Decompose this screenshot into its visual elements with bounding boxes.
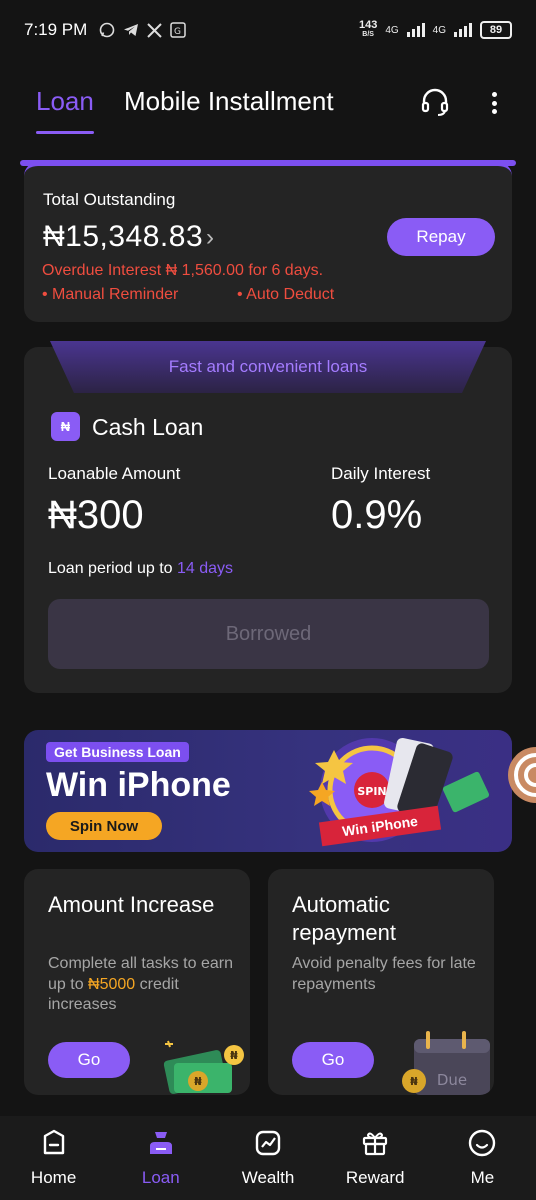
spin-label: SPIN [357, 785, 386, 798]
go-button[interactable]: Go [292, 1042, 374, 1078]
automatic-repayment-card[interactable]: Automatic repayment Avoid penalty fees f… [268, 869, 494, 1095]
outstanding-card: Total Outstanding ₦15,348.83 › Repay Ove… [24, 162, 512, 322]
loanable-amount-label: Loanable Amount [48, 464, 181, 483]
profile-icon [469, 1129, 496, 1157]
chevron-right-icon[interactable]: › [206, 224, 214, 252]
data-speed-unit: B/S [362, 31, 374, 38]
nav-reward[interactable]: Reward [322, 1116, 429, 1200]
money-stack-icon: ₦ ₦ [163, 1040, 244, 1094]
feature-description: Avoid penalty fees for late repayments [292, 955, 476, 993]
bottom-navigation: Home Loan Wealth Reward Me [0, 1116, 536, 1200]
feature-title: Amount Increase [48, 892, 215, 917]
promo-tag: Get Business Loan [46, 742, 189, 762]
calendar-due-icon: ₦ Due [402, 1031, 490, 1095]
cash-loan-icon: ₦ [51, 412, 80, 441]
battery-icon: 89 [480, 21, 512, 39]
notification-icons: G [99, 22, 187, 38]
whatsapp-icon [100, 22, 115, 38]
nav-wealth-label: Wealth [241, 1168, 295, 1187]
headset-icon[interactable] [420, 88, 450, 116]
loanable-amount-value: ₦300 [48, 493, 144, 537]
repay-button[interactable]: Repay [387, 218, 495, 256]
svg-text:₦: ₦ [194, 1075, 202, 1088]
feature-description: Complete all tasks to earn up to ₦5000 c… [48, 954, 234, 1016]
loan-period: Loan period up to 14 days [48, 560, 233, 578]
tab-loan[interactable]: Loan [36, 86, 94, 117]
spin-now-button[interactable]: Spin Now [46, 812, 162, 840]
nav-wealth[interactable]: Wealth [214, 1116, 321, 1200]
svg-text:₦: ₦ [410, 1075, 418, 1088]
manual-reminder-link[interactable]: • Manual Reminder [42, 286, 178, 304]
cash-loan-title: Cash Loan [92, 414, 204, 440]
gift-icon [363, 1132, 388, 1156]
tab-mobile-installment[interactable]: Mobile Installment [124, 86, 334, 117]
battery-level: 89 [489, 24, 503, 36]
translate-icon: G [170, 22, 187, 38]
overdue-interest-text: Overdue Interest ₦ 1,560.00 for 6 days. [42, 262, 324, 279]
top-navigation: Loan Mobile Installment [0, 76, 536, 140]
tab-active-indicator [36, 131, 94, 134]
amount-increase-card[interactable]: Amount Increase Complete all tasks to ea… [24, 869, 250, 1095]
data-speed-value: 143 [358, 19, 378, 31]
signal-2-icon [454, 23, 472, 37]
telegram-icon [124, 24, 139, 36]
due-label: Due [437, 1071, 467, 1089]
status-time: 7:19 PM [24, 20, 88, 39]
status-bar: 7:19 PM G 143 B/S 4G 4G 89 [0, 0, 536, 60]
daily-interest-label: Daily Interest [331, 464, 431, 483]
nav-reward-label: Reward [345, 1168, 405, 1187]
nav-home[interactable]: Home [0, 1116, 107, 1200]
status-right: 143 B/S 4G 4G 89 [359, 20, 512, 40]
feature-desc-highlight: ₦5000 [88, 975, 136, 993]
x-icon [147, 22, 163, 38]
nav-loan-label: Loan [141, 1168, 180, 1187]
svg-text:G: G [174, 27, 181, 37]
more-menu-icon[interactable] [484, 88, 504, 118]
feature-title: Automatic repayment [292, 892, 396, 945]
cash-loan-banner: Fast and convenient loans [168, 357, 368, 376]
promo-title: Win iPhone [46, 766, 231, 804]
borrowed-button[interactable]: Borrowed [48, 599, 489, 669]
loan-icon [149, 1132, 172, 1154]
loan-period-prefix: Loan period up to [48, 560, 173, 577]
nav-me-label: Me [470, 1168, 495, 1187]
network-2: 4G [432, 24, 446, 36]
daily-interest-value: 0.9% [331, 493, 423, 537]
wealth-icon [255, 1130, 281, 1156]
promo-banner[interactable]: Get Business Loan Win iPhone Spin Now SP… [24, 730, 512, 852]
outstanding-amount[interactable]: ₦15,348.83 [43, 220, 203, 254]
signal-1-icon [406, 23, 425, 37]
nav-me[interactable]: Me [429, 1116, 536, 1200]
nav-home-label: Home [30, 1168, 77, 1187]
floating-target-icon[interactable] [506, 745, 536, 805]
loan-period-days: 14 days [177, 560, 234, 577]
auto-deduct-link[interactable]: • Auto Deduct [237, 286, 334, 304]
outstanding-label: Total Outstanding [43, 190, 176, 209]
data-speed: 143 B/S [359, 20, 377, 40]
home-icon [43, 1129, 64, 1155]
network-1: 4G [385, 24, 399, 36]
go-button[interactable]: Go [48, 1042, 130, 1078]
svg-text:₦: ₦ [230, 1049, 238, 1062]
nav-loan[interactable]: Loan [107, 1116, 214, 1200]
cash-loan-card: Fast and convenient loans ₦ Cash Loan Lo… [24, 341, 512, 693]
